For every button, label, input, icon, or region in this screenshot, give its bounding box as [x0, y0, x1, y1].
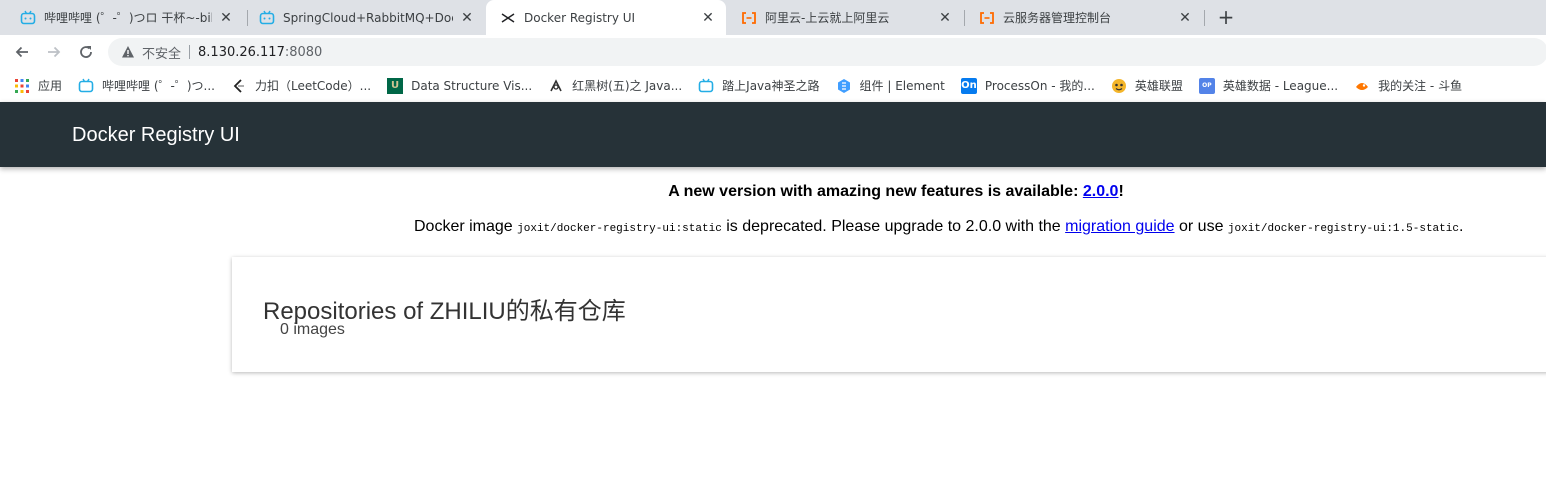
app-header: Docker Registry UI: [0, 102, 1546, 167]
tab-aliyun[interactable]: 阿里云-上云就上阿里云 ✕: [727, 0, 963, 35]
url-port: :8080: [284, 44, 323, 60]
migration-guide-link[interactable]: migration guide: [1065, 218, 1174, 235]
repository-card: Repositories of ZHILIU的私有仓库 0 images: [232, 257, 1546, 372]
bookmark-label: 踏上Java神圣之路: [722, 79, 820, 93]
bookmark-label: 哔哩哔哩 (゜-゜)つ...: [102, 79, 215, 93]
tab-bilibili[interactable]: 哔哩哔哩 (゜-゜)つロ 干杯~-bilibili ✕: [6, 0, 244, 35]
close-icon[interactable]: ✕: [937, 10, 953, 26]
close-icon[interactable]: ✕: [459, 10, 475, 26]
new-tab-button[interactable]: +: [1214, 6, 1238, 30]
element-icon: [836, 78, 852, 94]
bookmark-apps[interactable]: 应用: [14, 77, 62, 94]
usf-icon: U: [387, 77, 404, 94]
bookmark-label: 力扣（LeetCode）...: [254, 79, 372, 93]
lol-icon: [1111, 78, 1127, 94]
tab-ecs-console[interactable]: 云服务器管理控制台 ✕: [965, 0, 1203, 35]
notice-headline: A new version with amazing new features …: [668, 183, 1083, 200]
forward-button[interactable]: [41, 39, 67, 65]
close-icon[interactable]: ✕: [1177, 10, 1193, 26]
deprecated-image-code: joxit/docker-registry-ui:static: [517, 223, 722, 235]
bookmark-lol[interactable]: 英雄联盟: [1111, 77, 1183, 94]
bookmark-label: 我的关注 - 斗鱼: [1378, 79, 1463, 93]
aliyun-icon: [741, 10, 757, 26]
new-version-notice: A new version with amazing new features …: [0, 183, 1546, 201]
tab-title: 哔哩哔哩 (゜-゜)つロ 干杯~-bilibili: [44, 11, 212, 25]
url-host: 8.130.26.117: [198, 44, 285, 60]
bookmark-element[interactable]: 组件 | Element: [836, 77, 945, 94]
bookmark-label: 红黑树(五)之 Java...: [572, 79, 683, 93]
notice-headline-end: !: [1118, 183, 1124, 200]
notice-end: .: [1458, 218, 1464, 235]
bilibili-icon: [698, 78, 714, 94]
opgg-icon: OP: [1198, 77, 1215, 94]
tab-title: 阿里云-上云就上阿里云: [765, 11, 890, 25]
bookmark-java-path[interactable]: 踏上Java神圣之路: [698, 77, 820, 94]
bookmark-processon[interactable]: On ProcessOn - 我的...: [960, 77, 1095, 94]
cnblogs-icon: [548, 78, 564, 94]
browser-toolbar: 不安全 8.130.26.117:8080: [0, 35, 1546, 69]
bookmark-label: Data Structure Vis...: [411, 78, 533, 93]
bookmark-label: 英雄数据 - League...: [1222, 79, 1339, 93]
version-link[interactable]: 2.0.0: [1083, 183, 1119, 200]
douyu-icon: [1354, 78, 1370, 94]
app-title[interactable]: Docker Registry UI: [72, 124, 240, 147]
alt-image-code: joxit/docker-registry-ui:1.5-static: [1227, 223, 1459, 235]
tab-springcloud[interactable]: SpringCloud+RabbitMQ+Docker ✕: [245, 0, 485, 35]
address-divider: [189, 45, 191, 59]
bilibili-icon: [78, 78, 94, 94]
close-icon[interactable]: ✕: [700, 10, 716, 26]
bookmark-bilibili[interactable]: 哔哩哔哩 (゜-゜)つ...: [78, 77, 215, 94]
bookmark-red-black-tree[interactable]: 红黑树(五)之 Java...: [548, 77, 682, 94]
deprecation-notice: Docker image joxit/docker-registry-ui:st…: [414, 218, 1463, 236]
aliyun-icon: [979, 10, 995, 26]
forward-arrow-icon: [48, 46, 61, 58]
bookmark-label: 英雄联盟: [1134, 79, 1183, 93]
tab-strip: 哔哩哔哩 (゜-゜)つロ 干杯~-bilibili ✕ SpringCloud+…: [0, 0, 1546, 35]
bookmark-opgg[interactable]: OP 英雄数据 - League...: [1198, 77, 1339, 94]
notice-or: or use: [1174, 218, 1228, 235]
tab-title: SpringCloud+RabbitMQ+Docker: [283, 10, 453, 25]
bookmark-label: 应用: [38, 79, 63, 93]
reload-icon: [80, 46, 92, 58]
tab-docker-registry-ui[interactable]: Docker Registry UI ✕: [486, 0, 726, 35]
bookmark-data-structure-vis[interactable]: U Data Structure Vis...: [387, 77, 533, 94]
image-count: 0 images: [280, 321, 345, 338]
notice-mid: is deprecated. Please upgrade to 2.0.0 w…: [721, 218, 1066, 235]
bilibili-icon: [259, 10, 275, 26]
close-icon[interactable]: ✕: [218, 10, 234, 26]
tab-title: Docker Registry UI: [524, 10, 636, 25]
bilibili-icon: [20, 10, 36, 26]
docker-registry-icon: [500, 10, 516, 26]
leetcode-icon: [231, 78, 247, 94]
address-bar[interactable]: 不安全 8.130.26.117:8080: [108, 38, 1546, 66]
bookmark-leetcode[interactable]: 力扣（LeetCode）...: [231, 77, 371, 94]
bookmark-label: ProcessOn - 我的...: [984, 79, 1095, 93]
back-arrow-icon: [15, 46, 28, 58]
bookmarks-bar: 应用 哔哩哔哩 (゜-゜)つ... 力扣（LeetCode）... U Data…: [0, 69, 1546, 102]
notice-prefix: Docker image: [414, 218, 518, 235]
warning-icon[interactable]: [120, 44, 136, 60]
apps-grid-icon: [14, 78, 30, 94]
tab-divider: [1204, 10, 1205, 26]
bookmark-douyu[interactable]: 我的关注 - 斗鱼: [1354, 77, 1462, 94]
back-button[interactable]: [9, 39, 35, 65]
tab-title: 云服务器管理控制台: [1003, 11, 1112, 25]
bookmark-label: 组件 | Element: [859, 79, 945, 93]
processon-icon: On: [960, 77, 977, 94]
security-status: 不安全: [142, 46, 182, 62]
reload-button[interactable]: [73, 39, 99, 65]
